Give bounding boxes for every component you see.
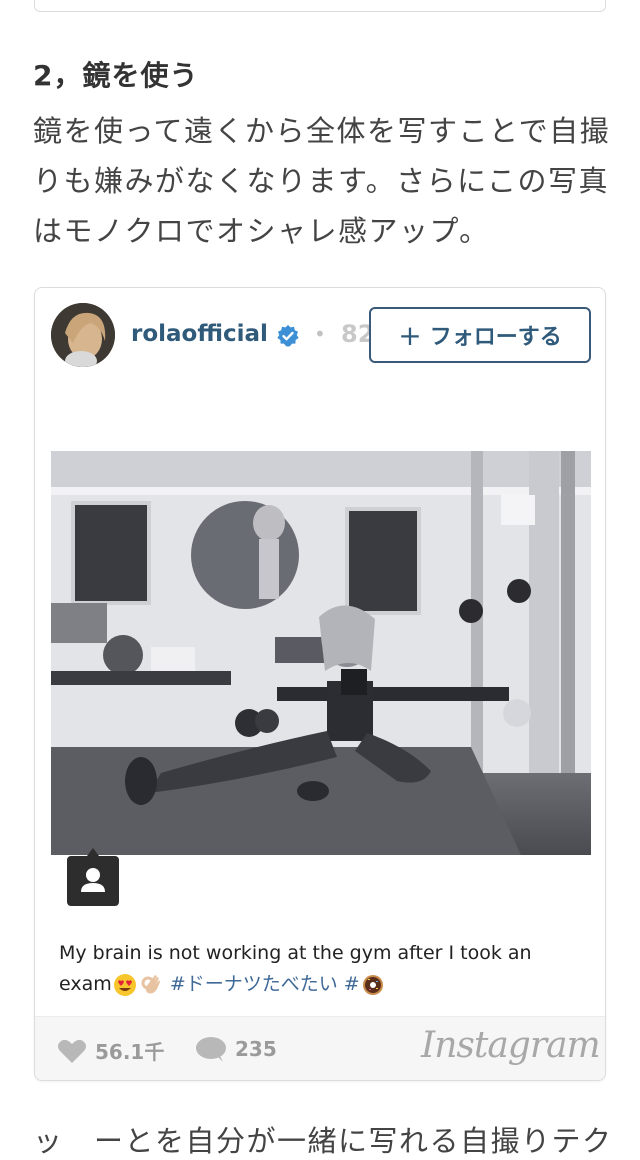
heart-eyes-emoji-icon — [113, 973, 136, 996]
post-photo[interactable] — [51, 451, 591, 855]
hashtag-donut-link[interactable]: # — [344, 973, 386, 995]
donut-emoji-icon — [362, 974, 383, 995]
person-icon — [81, 868, 105, 892]
body-paragraph: 鏡を使って遠くから全体を写すことで自撮りも嫌みがなくなります。さらにこの写真はモ… — [33, 114, 611, 248]
tagged-people-button[interactable] — [67, 848, 119, 906]
instagram-logo[interactable]: Instagram — [421, 1025, 601, 1066]
follow-label: フォローする — [429, 325, 562, 350]
ok-hand-emoji-icon — [141, 974, 160, 993]
plus-icon: + — [398, 318, 422, 352]
embed-footer: 56.1千 235 Instagram — [35, 1016, 605, 1080]
hashtag-prefix: # — [343, 973, 360, 995]
post-caption: My brain is not working at the gym after… — [59, 938, 589, 1000]
previous-embed-card — [34, 0, 606, 12]
likes-button[interactable]: 56.1千 — [57, 1036, 164, 1065]
hashtag-link[interactable]: #ドーナツたべたい — [170, 973, 338, 995]
next-paragraph-partial: ッ ーとを自分が一緒に写れる自撮りテク — [33, 1124, 613, 1158]
instagram-embed: rolaofficial • 82 + フォローする My brain is n… — [34, 287, 606, 1081]
follow-button[interactable]: + フォローする — [369, 307, 591, 363]
comment-bubble-icon — [196, 1037, 226, 1062]
username-link[interactable]: rolaofficial — [131, 321, 268, 347]
likes-count: 56.1千 — [95, 1040, 165, 1064]
separator-dot: • — [314, 322, 326, 346]
avatar[interactable] — [51, 303, 115, 367]
verified-badge-icon — [277, 325, 299, 347]
comments-button[interactable]: 235 — [195, 1036, 277, 1062]
heart-icon — [58, 1039, 86, 1063]
comments-count: 235 — [235, 1037, 277, 1061]
section-heading: 2，鏡を使う — [33, 59, 199, 92]
